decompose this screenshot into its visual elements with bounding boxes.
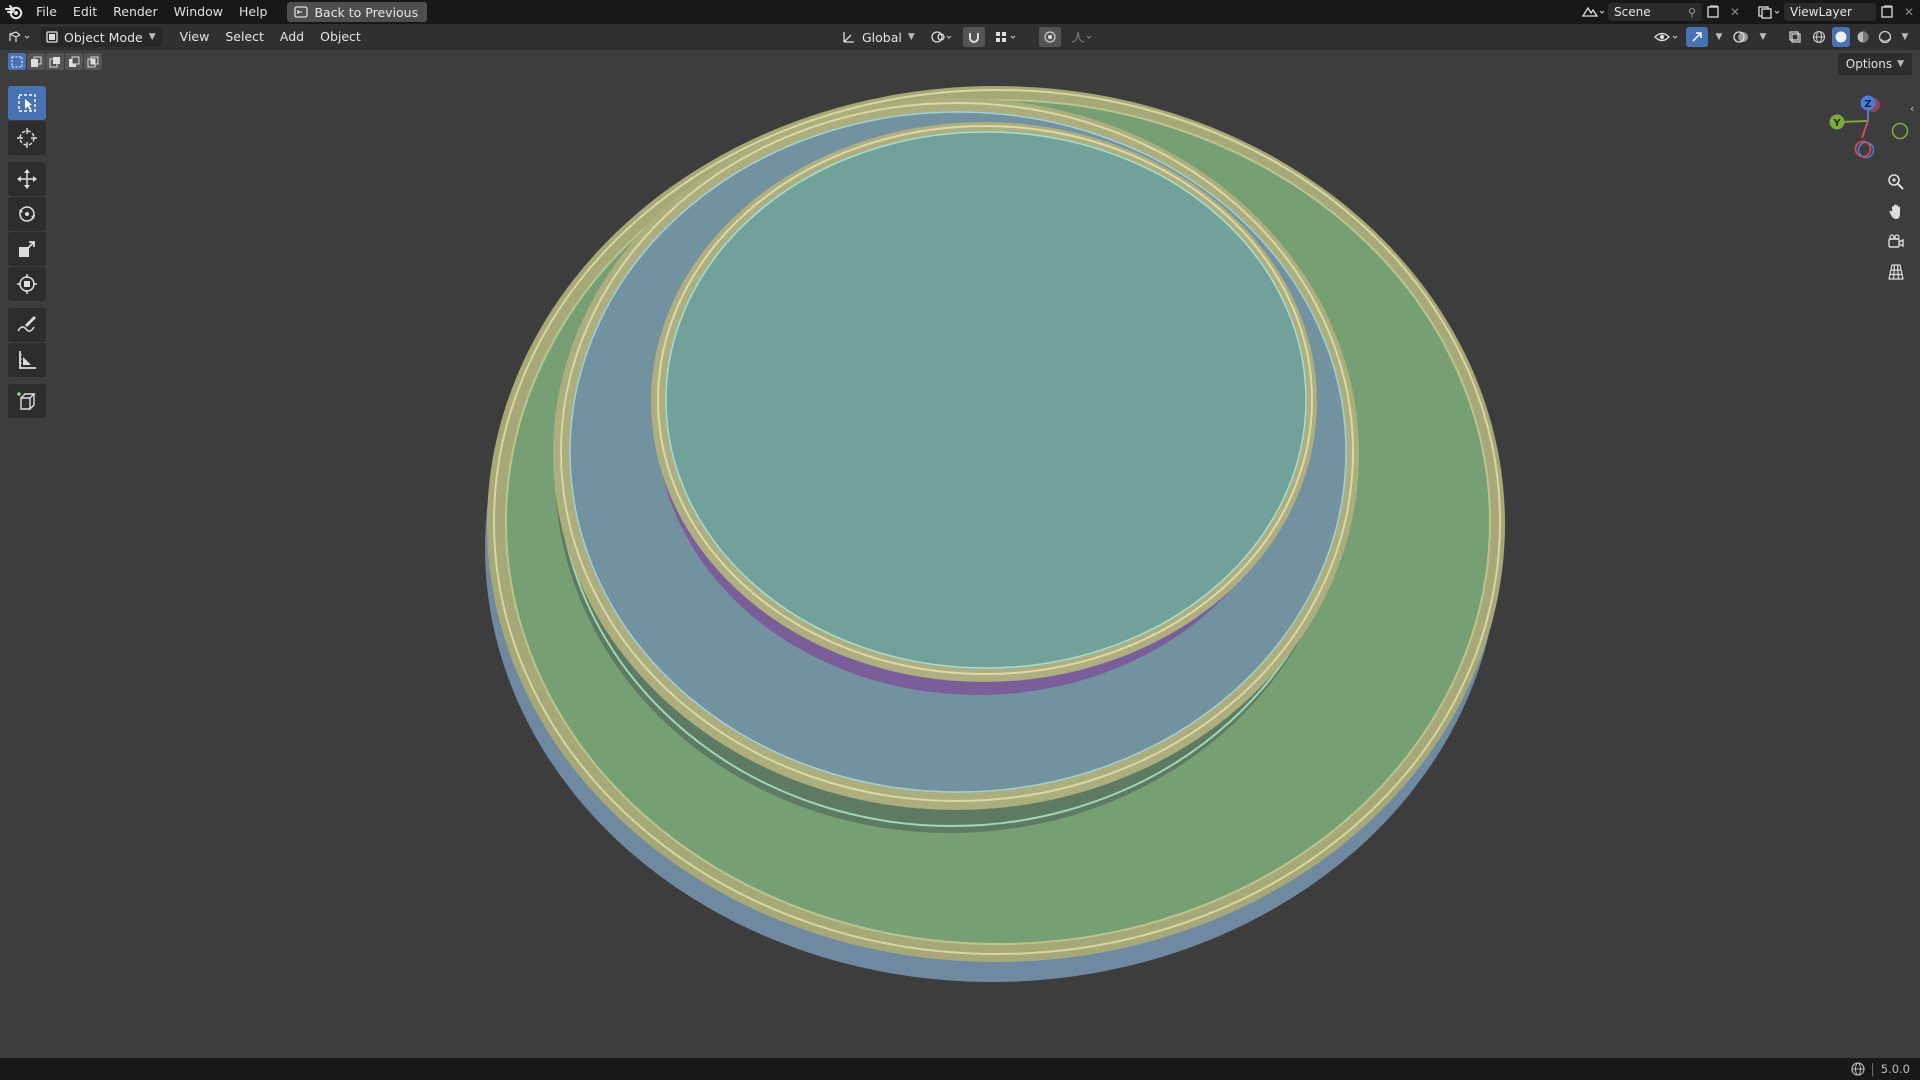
pin-icon[interactable]: ⚲ <box>1688 6 1696 19</box>
header-menu-view[interactable]: View <box>172 24 218 50</box>
rendered-shading-icon[interactable] <box>1876 27 1894 47</box>
chevron-down-icon: ▼ <box>907 32 915 42</box>
options-label: Options <box>1845 57 1893 71</box>
header-menu-add[interactable]: Add <box>272 24 312 50</box>
tool-shelf <box>8 86 46 419</box>
selection-mode-buttons <box>8 53 102 70</box>
pan-hand-icon[interactable] <box>1882 198 1910 226</box>
blender-version: 5.0.0 <box>1880 1062 1910 1076</box>
menu-window[interactable]: Window <box>166 0 231 24</box>
network-globe-icon[interactable] <box>1850 1061 1866 1077</box>
viewport-shading-controls: ▼ ▼ ▼ <box>1652 24 1912 50</box>
move-tool-icon[interactable] <box>8 162 46 196</box>
top-menu-bar: File Edit Render Window Help Back to Pre… <box>0 0 1920 24</box>
navigation-gizmo[interactable]: Z Y <box>1820 92 1910 168</box>
menu-render[interactable]: Render <box>105 0 166 24</box>
cursor-tool-icon[interactable] <box>8 121 46 155</box>
status-bar: | 5.0.0 <box>0 1058 1920 1080</box>
axis-orientation-icon <box>843 32 854 43</box>
falloff-curve-icon[interactable] <box>1067 27 1097 47</box>
back-to-previous-label: Back to Previous <box>314 4 419 20</box>
transform-controls: Global ▼ <box>836 24 1097 50</box>
delete-scene-icon[interactable]: ✕ <box>1724 2 1746 22</box>
object-mode-dropdown[interactable]: Object Mode ▼ <box>40 27 162 47</box>
view-layer-field[interactable]: ViewLayer <box>1784 3 1876 21</box>
shading-dropdown-icon[interactable]: ▼ <box>1898 27 1912 47</box>
scene-canvas[interactable] <box>0 50 1920 1060</box>
new-view-layer-icon[interactable] <box>1876 2 1898 22</box>
select-intersect-icon[interactable] <box>84 53 102 70</box>
gizmo-z-label: Z <box>1864 99 1871 110</box>
select-subtract-icon[interactable] <box>46 53 64 70</box>
perspective-toggle-icon[interactable] <box>1882 258 1910 286</box>
scale-tool-icon[interactable] <box>8 232 46 266</box>
object-mode-label: Object Mode <box>64 29 143 45</box>
gizmo-neg-y-handle[interactable] <box>1891 122 1909 140</box>
view-layer-selector-icon[interactable] <box>1754 2 1784 22</box>
overlays-dropdown-icon[interactable]: ▼ <box>1756 27 1770 47</box>
sidebar-toggle-icon[interactable]: ‹ <box>1910 102 1914 115</box>
material-shading-icon[interactable] <box>1854 27 1872 47</box>
measure-tool-icon[interactable] <box>8 343 46 377</box>
scene-selector-icon[interactable] <box>1578 2 1608 22</box>
divider: | <box>1870 1061 1875 1077</box>
add-cube-tool-icon[interactable] <box>8 384 46 418</box>
xray-toggle-icon[interactable] <box>1784 27 1806 47</box>
gizmo-y-label: Y <box>1832 118 1841 129</box>
chevron-down-icon: ▼ <box>148 32 156 42</box>
chevron-down-icon: ▼ <box>1897 59 1904 69</box>
camera-view-icon[interactable] <box>1882 228 1910 256</box>
gizmo-dropdown-icon[interactable]: ▼ <box>1712 27 1726 47</box>
annotate-tool-icon[interactable] <box>8 308 46 342</box>
blender-logo-icon[interactable] <box>0 0 28 24</box>
inner-disc-top <box>666 132 1306 668</box>
gizmo-toggle-icon[interactable] <box>1686 27 1708 47</box>
snap-target-icon[interactable] <box>991 27 1021 47</box>
transform-tool-icon[interactable] <box>8 267 46 301</box>
delete-view-layer-icon[interactable]: ✕ <box>1898 2 1920 22</box>
scene-name: Scene <box>1614 5 1651 19</box>
rotate-tool-icon[interactable] <box>8 197 46 231</box>
scene-name-field[interactable]: Scene ⚲ <box>1608 3 1702 21</box>
wireframe-shading-icon[interactable] <box>1810 27 1828 47</box>
view-layer-name: ViewLayer <box>1790 5 1852 19</box>
snap-toggle-icon[interactable] <box>962 27 985 47</box>
3d-viewport[interactable] <box>0 50 1920 1060</box>
object-mode-icon <box>46 31 58 43</box>
select-extend-icon[interactable] <box>27 53 45 70</box>
editor-type-icon[interactable] <box>0 27 40 47</box>
select-new-icon[interactable] <box>8 53 26 70</box>
new-scene-icon[interactable] <box>1702 2 1724 22</box>
transform-orientation-dropdown[interactable]: Global ▼ <box>836 27 921 47</box>
window-icon <box>294 6 309 18</box>
solid-shading-icon[interactable] <box>1832 27 1850 47</box>
proportional-editing-icon[interactable] <box>1038 27 1061 47</box>
menu-help[interactable]: Help <box>231 0 276 24</box>
pivot-point-icon[interactable] <box>927 27 957 47</box>
top-right-controls: Scene ⚲ ✕ ViewLayer ✕ <box>1578 0 1920 24</box>
menu-edit[interactable]: Edit <box>65 0 105 24</box>
menu-file[interactable]: File <box>28 0 65 24</box>
header-menu-select[interactable]: Select <box>217 24 272 50</box>
transform-orientation-label: Global <box>862 29 902 45</box>
options-dropdown[interactable]: Options ▼ <box>1837 53 1912 75</box>
header-menu-object[interactable]: Object <box>312 24 369 50</box>
viewport-header: Object Mode ▼ View Select Add Object Glo… <box>0 24 1920 50</box>
overlays-toggle-icon[interactable] <box>1730 27 1752 47</box>
visibility-eye-icon[interactable] <box>1652 27 1682 47</box>
select-box-tool-icon[interactable] <box>8 86 46 120</box>
select-difference-icon[interactable] <box>65 53 83 70</box>
zoom-icon[interactable] <box>1882 168 1910 196</box>
back-to-previous-button[interactable]: Back to Previous <box>287 2 428 22</box>
